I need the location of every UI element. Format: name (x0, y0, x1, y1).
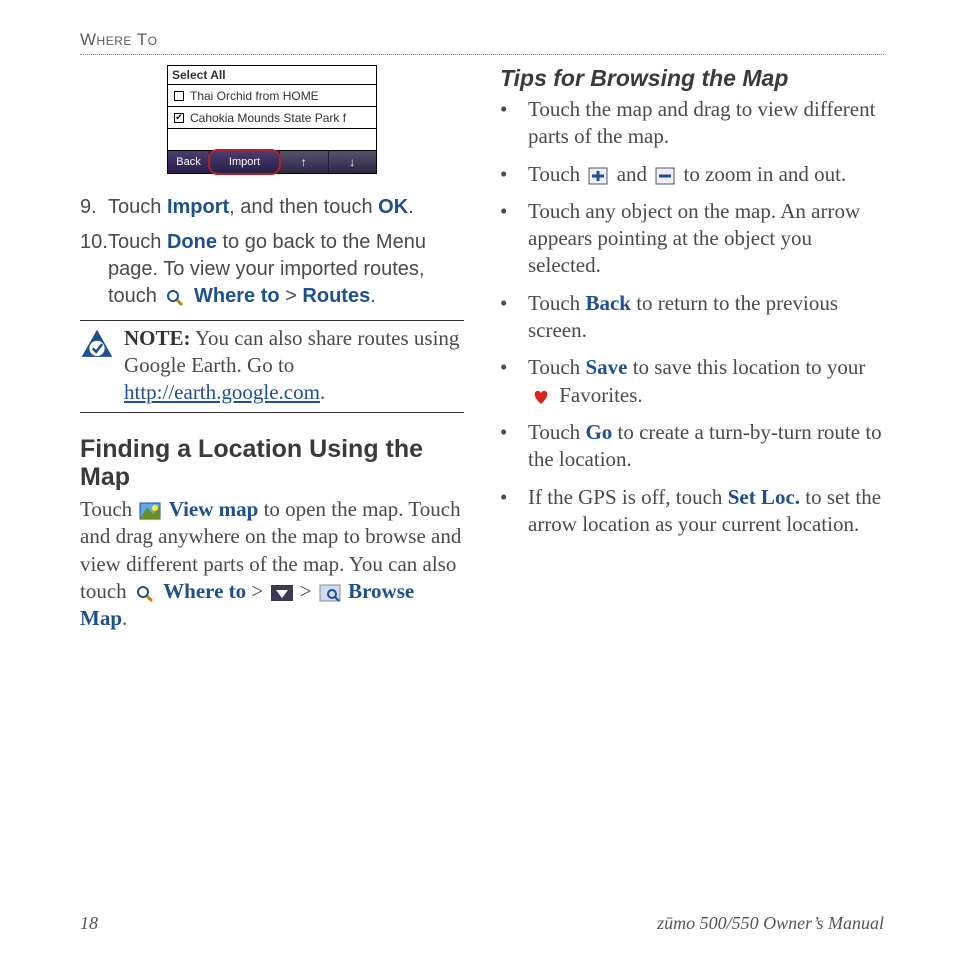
ui-term: View map (169, 497, 259, 521)
ui-term: Where to (163, 579, 246, 603)
tip-text: Touch Go to create a turn-by-turn route … (528, 419, 884, 474)
tip-item: •Touch the map and drag to view differen… (500, 96, 884, 151)
down-button: ↓ (329, 151, 377, 173)
magnifier-icon (134, 583, 156, 603)
ui-term: Back (585, 291, 631, 315)
step-9: 9. Touch Import, and then touch OK. (80, 194, 464, 221)
step-text: Touch Import, and then touch OK. (108, 194, 414, 221)
ui-term: Done (167, 231, 217, 253)
device-toolbar: Back Import ↑ ↓ (168, 151, 376, 173)
right-column: Tips for Browsing the Map •Touch the map… (500, 65, 884, 633)
import-button: Import (210, 151, 280, 173)
tip-item: •Touch Go to create a turn-by-turn route… (500, 419, 884, 474)
import-button-label: Import (229, 156, 260, 168)
list-item-label: Thai Orchid from HOME (190, 89, 319, 103)
arrow-down-icon: ↓ (349, 155, 355, 169)
minus-icon (654, 166, 676, 186)
ui-term: Go (585, 420, 612, 444)
step-number: 10. (80, 229, 108, 310)
two-column-layout: Select All Thai Orchid from HOME Cahokia… (80, 65, 884, 633)
device-screenshot: Select All Thai Orchid from HOME Cahokia… (167, 65, 377, 174)
down-arrow-icon (271, 583, 293, 603)
bullet-icon: • (500, 96, 528, 151)
tip-item: •Touch any object on the map. An arrow a… (500, 198, 884, 280)
step-10: 10. Touch Done to go back to the Menu pa… (80, 229, 464, 310)
step-number: 9. (80, 194, 108, 221)
manual-title: zūmo 500/550 Owner’s Manual (657, 913, 884, 934)
tip-item: •Touch and to zoom in and out. (500, 161, 884, 188)
tip-text: Touch Save to save this location to your… (528, 354, 884, 409)
bullet-icon: • (500, 354, 528, 409)
checkbox-unchecked-icon (174, 91, 184, 101)
select-all-header: Select All (168, 66, 376, 85)
arrow-up-icon: ↑ (301, 155, 307, 169)
note-label: NOTE: (124, 326, 191, 350)
tip-text: If the GPS is off, touch Set Loc. to set… (528, 484, 884, 539)
note-block: NOTE: You can also share routes using Go… (80, 320, 464, 413)
left-column: Select All Thai Orchid from HOME Cahokia… (80, 65, 464, 633)
step-text: Touch Done to go back to the Menu page. … (108, 229, 464, 310)
list-item-empty (168, 129, 376, 151)
tips-heading: Tips for Browsing the Map (500, 65, 884, 92)
tip-item: •Touch Back to return to the previous sc… (500, 290, 884, 345)
bullet-icon: • (500, 198, 528, 280)
note-check-icon (80, 328, 114, 362)
back-button: Back (168, 151, 210, 173)
page-footer: 18 zūmo 500/550 Owner’s Manual (80, 913, 884, 934)
tip-text: Touch any object on the map. An arrow ap… (528, 198, 884, 280)
tip-item: •Touch Save to save this location to you… (500, 354, 884, 409)
list-item-label: Cahokia Mounds State Park f (190, 111, 346, 125)
numbered-steps: 9. Touch Import, and then touch OK. 10. … (80, 194, 464, 310)
ui-term: Save (585, 355, 627, 379)
ui-term: Set Loc. (728, 485, 800, 509)
tip-text: Touch and to zoom in and out. (528, 161, 846, 188)
heart-icon (530, 387, 552, 407)
list-item: Cahokia Mounds State Park f (168, 107, 376, 129)
checkbox-checked-icon (174, 113, 184, 123)
tip-item: •If the GPS is off, touch Set Loc. to se… (500, 484, 884, 539)
running-head: Where To (80, 30, 884, 55)
bullet-icon: • (500, 419, 528, 474)
section-heading: Finding a Location Using the Map (80, 435, 464, 493)
up-button: ↑ (280, 151, 329, 173)
ui-term: Routes (302, 285, 370, 307)
url-link[interactable]: http://earth.google.com (124, 380, 320, 404)
list-item: Thai Orchid from HOME (168, 85, 376, 107)
bullet-icon: • (500, 290, 528, 345)
note-text: NOTE: You can also share routes using Go… (124, 325, 464, 406)
ui-term: Import (167, 196, 229, 218)
ui-term: OK (378, 196, 408, 218)
tip-text: Touch the map and drag to view different… (528, 96, 884, 151)
ui-term: Where to (194, 285, 280, 307)
plus-icon (587, 166, 609, 186)
tips-list: •Touch the map and drag to view differen… (500, 96, 884, 538)
browse-map-icon (319, 583, 341, 603)
page-number: 18 (80, 913, 98, 934)
view-map-icon (139, 501, 161, 521)
bullet-icon: • (500, 161, 528, 188)
bullet-icon: • (500, 484, 528, 539)
tip-text: Touch Back to return to the previous scr… (528, 290, 884, 345)
magnifier-icon (164, 287, 186, 307)
section-body: Touch View map to open the map. Touch an… (80, 496, 464, 632)
